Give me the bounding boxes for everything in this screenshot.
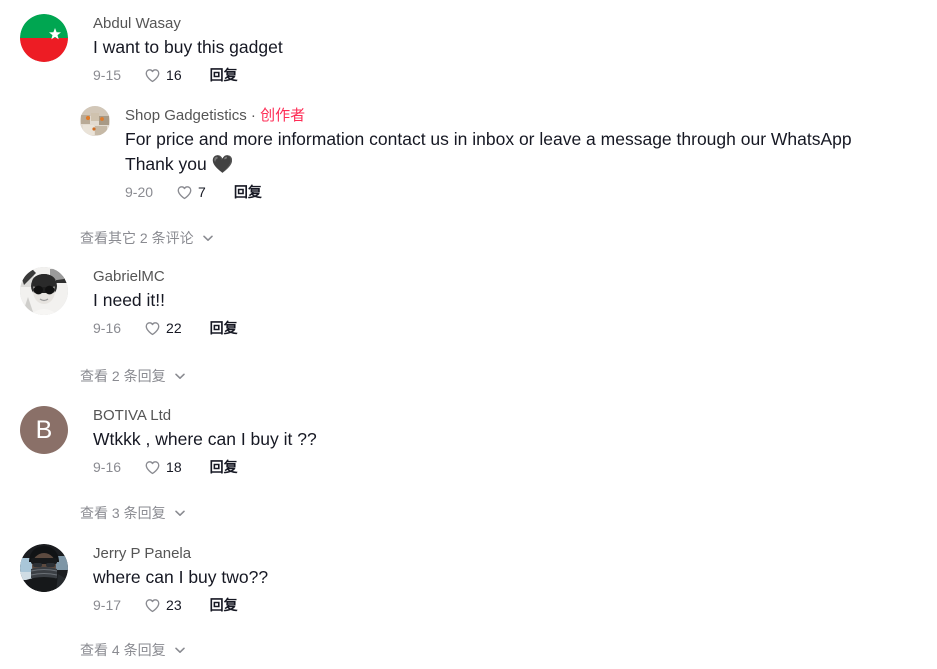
like-count: 7 <box>198 184 206 200</box>
reply-button[interactable]: 回复 <box>210 64 238 86</box>
heart-icon[interactable] <box>176 184 193 201</box>
avatar-initial: B <box>35 415 53 444</box>
username-separator: · <box>250 107 256 124</box>
chevron-down-icon <box>202 232 214 244</box>
comment-item: GabrielMC I need it!! 9-16 22 回复 <box>20 267 920 339</box>
comment-reply-item: Shop Gadgetistics · 创作者 For price and mo… <box>80 106 925 203</box>
comment-text: I need it!! <box>93 290 165 310</box>
comment-meta-row: 9-15 16 回复 <box>93 64 920 86</box>
comment-text-line-2: Thank you 🖤 <box>125 154 234 174</box>
heart-icon[interactable] <box>144 67 161 84</box>
view-more-label: 查看 3 条回复 <box>80 505 166 521</box>
heart-icon[interactable] <box>144 459 161 476</box>
comment-date: 9-16 <box>93 320 122 336</box>
like-count: 23 <box>166 597 182 613</box>
chevron-down-icon <box>174 507 186 519</box>
comment-username[interactable]: BOTIVA Ltd <box>93 406 920 426</box>
avatar-gabrielmc[interactable] <box>20 267 68 315</box>
like-group[interactable]: 16 <box>144 64 182 86</box>
avatar-wrap[interactable]: B <box>20 406 68 454</box>
like-group[interactable]: 18 <box>144 456 182 478</box>
comment-item: Abdul Wasay I want to buy this gadget 9-… <box>20 14 920 86</box>
view-more-comments-link-1[interactable]: 查看其它 2 条评论 <box>80 228 214 248</box>
comment-meta-row: 9-16 22 回复 <box>93 317 920 339</box>
comment-item: Jerry P Panela where can I buy two?? 9-1… <box>20 544 920 616</box>
reply-button[interactable]: 回复 <box>210 317 238 339</box>
view-more-replies-link-4[interactable]: 查看 4 条回复 <box>80 640 186 660</box>
like-count: 18 <box>166 459 182 475</box>
heart-icon[interactable] <box>144 320 161 337</box>
creator-badge: 创作者 <box>260 107 306 124</box>
view-more-label: 查看 2 条回复 <box>80 368 166 384</box>
username-text: Shop Gadgetistics <box>125 107 247 124</box>
view-more-replies-link-2[interactable]: 查看 2 条回复 <box>80 366 186 386</box>
chevron-down-icon <box>174 370 186 382</box>
comments-panel: Abdul Wasay I want to buy this gadget 9-… <box>0 0 937 669</box>
profile-photo-icon <box>80 106 110 136</box>
comment-text: Wtkkk , where can I buy it ?? <box>93 429 317 449</box>
comment-username[interactable]: Jerry P Panela <box>93 544 920 564</box>
heart-icon[interactable] <box>144 597 161 614</box>
like-count: 16 <box>166 67 182 83</box>
like-group[interactable]: 22 <box>144 317 182 339</box>
comment-username[interactable]: Shop Gadgetistics · 创作者 <box>125 106 925 126</box>
comment-item: B BOTIVA Ltd Wtkkk , where can I buy it … <box>20 406 920 478</box>
like-count: 22 <box>166 320 182 336</box>
avatar-botiva-ltd[interactable]: B <box>20 406 68 454</box>
pti-flag-avatar-icon <box>20 14 68 62</box>
comment-text: where can I buy two?? <box>93 567 269 587</box>
avatar-shop-gadgetistics[interactable] <box>80 106 110 136</box>
profile-photo-icon <box>20 544 68 592</box>
like-group[interactable]: 23 <box>144 594 182 616</box>
avatar-wrap[interactable] <box>20 14 68 62</box>
reply-button[interactable]: 回复 <box>210 456 238 478</box>
comment-date: 9-15 <box>93 67 122 83</box>
comment-meta-row: 9-20 7 回复 <box>125 181 925 203</box>
view-more-label: 查看 4 条回复 <box>80 642 166 658</box>
like-group[interactable]: 7 <box>176 181 206 203</box>
comment-text: I want to buy this gadget <box>93 37 283 57</box>
comment-date: 9-17 <box>93 597 122 613</box>
chevron-down-icon <box>174 644 186 656</box>
comment-date: 9-16 <box>93 459 122 475</box>
comment-username[interactable]: Abdul Wasay <box>93 14 920 34</box>
comment-date: 9-20 <box>125 184 154 200</box>
avatar-wrap[interactable] <box>20 544 68 592</box>
comment-text-line-1: For price and more information contact u… <box>125 129 852 149</box>
view-more-replies-link-3[interactable]: 查看 3 条回复 <box>80 503 186 523</box>
avatar-wrap[interactable] <box>20 267 68 315</box>
comment-meta-row: 9-16 18 回复 <box>93 456 920 478</box>
profile-photo-icon <box>20 267 68 315</box>
reply-button[interactable]: 回复 <box>234 181 262 203</box>
comment-username[interactable]: GabrielMC <box>93 267 920 287</box>
reply-button[interactable]: 回复 <box>210 594 238 616</box>
view-more-label: 查看其它 2 条评论 <box>80 230 194 246</box>
avatar-abdul-wasay[interactable] <box>20 14 68 62</box>
avatar-jerry-p-panela[interactable] <box>20 544 68 592</box>
comment-meta-row: 9-17 23 回复 <box>93 594 920 616</box>
avatar-wrap[interactable] <box>80 106 110 136</box>
